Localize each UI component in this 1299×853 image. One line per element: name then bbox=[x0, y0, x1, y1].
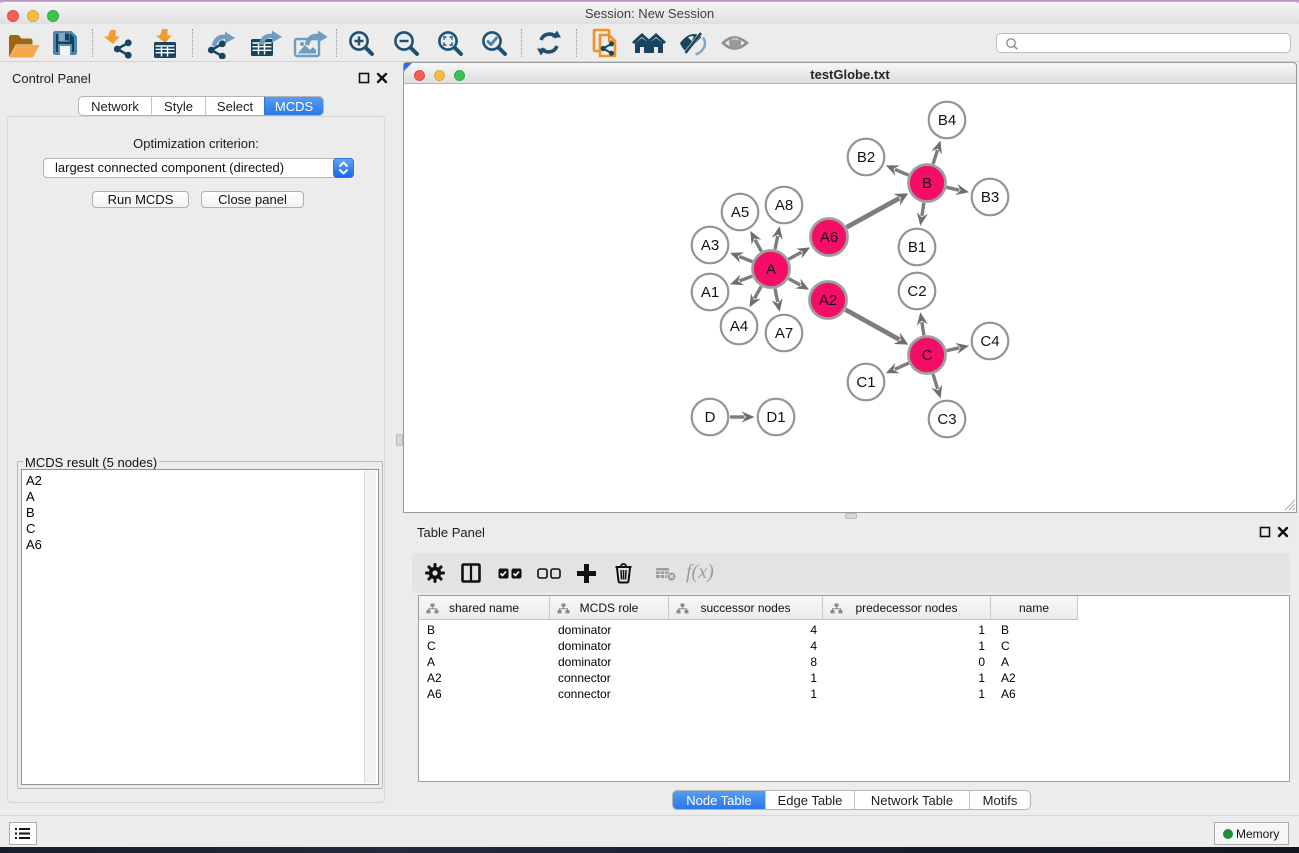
svg-text:A1: A1 bbox=[701, 284, 719, 301]
svg-text:C3: C3 bbox=[937, 411, 956, 428]
svg-text:A6: A6 bbox=[820, 229, 838, 246]
svg-text:A5: A5 bbox=[731, 204, 749, 221]
svg-text:C: C bbox=[922, 347, 933, 364]
svg-text:A8: A8 bbox=[775, 197, 793, 214]
svg-text:B3: B3 bbox=[981, 189, 999, 206]
svg-text:D: D bbox=[705, 409, 716, 426]
svg-text:A3: A3 bbox=[701, 237, 719, 254]
svg-text:A: A bbox=[766, 261, 776, 278]
svg-text:B2: B2 bbox=[857, 149, 875, 166]
svg-text:A4: A4 bbox=[730, 318, 748, 335]
svg-text:B1: B1 bbox=[908, 239, 926, 256]
svg-text:f(x): f(x) bbox=[686, 561, 714, 583]
svg-text:B: B bbox=[922, 175, 932, 192]
svg-text:B4: B4 bbox=[938, 112, 956, 129]
svg-text:A7: A7 bbox=[775, 325, 793, 342]
svg-text:C1: C1 bbox=[856, 374, 875, 391]
svg-text:C4: C4 bbox=[980, 333, 999, 350]
svg-text:A2: A2 bbox=[819, 292, 837, 309]
svg-text:D1: D1 bbox=[766, 409, 785, 426]
svg-text:C2: C2 bbox=[907, 283, 926, 300]
